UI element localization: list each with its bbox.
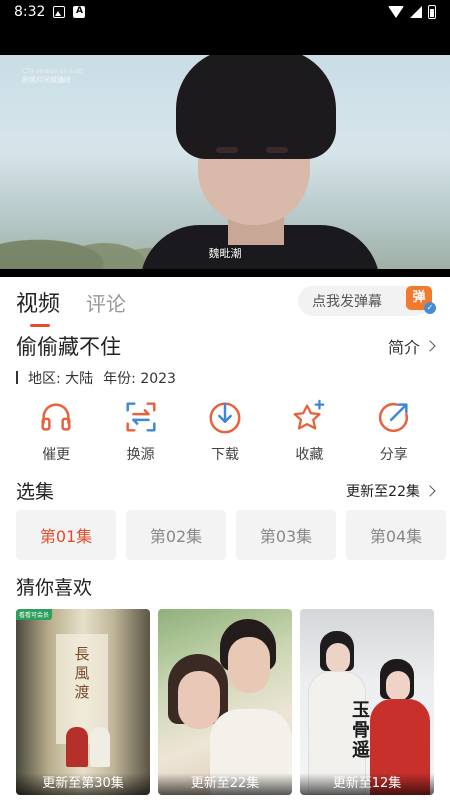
- episode-button[interactable]: 第04集: [346, 510, 446, 560]
- vip-badge: 看看可会员: [16, 609, 53, 620]
- danmaku-input[interactable]: 点我发弹幕 弹: [298, 286, 436, 316]
- danmaku-toggle-icon[interactable]: 弹: [406, 286, 436, 314]
- share-icon: [378, 402, 408, 433]
- action-share[interactable]: 分享: [359, 398, 429, 464]
- star-icon: [293, 399, 325, 430]
- action-label: 催更: [42, 447, 71, 463]
- recommend-header: 猜你喜欢: [16, 573, 434, 600]
- episodes-more-link[interactable]: 更新至22集: [346, 481, 436, 501]
- action-label: 分享: [379, 447, 408, 463]
- episode-button[interactable]: 第03集: [236, 510, 336, 560]
- action-favorite[interactable]: 收藏: [274, 398, 344, 464]
- action-label: 收藏: [295, 447, 324, 463]
- video-player[interactable]: CTV version on a ott 剧情片同城播映 魏毗潮: [0, 24, 450, 277]
- danmaku-placeholder: 点我发弹幕: [312, 294, 382, 310]
- episodes-header: 选集 更新至22集: [16, 477, 436, 504]
- action-bar: 催更 换源 下载 收藏 分享: [0, 398, 450, 464]
- poster-image: 玉骨遥: [300, 609, 434, 795]
- switch-source-icon: [126, 402, 156, 432]
- action-label: 下载: [210, 447, 239, 463]
- show-region: 地区: 大陆: [28, 371, 94, 387]
- headphones-icon: [41, 403, 71, 431]
- action-switch-source[interactable]: 换源: [106, 398, 176, 464]
- recommend-list: 長風渡 看看可会员 更新至第30集 更新至22集 玉骨遥 更新至12集: [16, 609, 434, 795]
- action-label: 换源: [126, 447, 155, 463]
- recommend-card[interactable]: 更新至22集: [158, 609, 292, 795]
- show-meta: 地区: 大陆 年份: 2023: [16, 368, 176, 388]
- intro-link[interactable]: 简介: [387, 334, 436, 358]
- episodes-update-status: 更新至22集: [346, 483, 420, 500]
- battery-icon: [428, 5, 436, 19]
- chevron-right-icon: [424, 484, 436, 497]
- show-year: 年份: 2023: [103, 371, 176, 387]
- poster-image: 長風渡: [16, 609, 150, 795]
- action-urge-update[interactable]: 催更: [21, 398, 91, 464]
- status-time: 8:32: [14, 4, 46, 20]
- recommend-caption: 更新至22集: [158, 773, 292, 795]
- video-subtitle: 魏毗潮: [208, 247, 242, 260]
- wifi-icon: [388, 6, 404, 18]
- video-frame[interactable]: CTV version on a ott 剧情片同城播映 魏毗潮: [0, 55, 450, 269]
- video-watermark: CTV version on a ott 剧情片同城播映: [22, 68, 84, 84]
- recommend-card[interactable]: 玉骨遥 更新至12集: [300, 609, 434, 795]
- poster-image: [158, 609, 292, 795]
- recommend-caption: 更新至12集: [300, 773, 434, 795]
- action-download[interactable]: 下载: [190, 398, 260, 464]
- detail-tabs: 视频 评论 点我发弹幕 弹: [0, 277, 450, 327]
- recommend-title: 猜你喜欢: [16, 577, 93, 599]
- video-person: [140, 55, 380, 269]
- intro-label: 简介: [387, 338, 420, 357]
- tab-video[interactable]: 视频: [16, 286, 60, 327]
- show-title: 偷偷藏不住: [16, 335, 121, 359]
- download-icon: [209, 402, 241, 434]
- recommend-caption: 更新至第30集: [16, 773, 150, 795]
- episodes-title: 选集: [16, 481, 55, 503]
- recommend-card[interactable]: 長風渡 看看可会员 更新至第30集: [16, 609, 150, 795]
- show-title-row: 偷偷藏不住 简介: [16, 331, 436, 361]
- font-notification-icon: A: [73, 6, 86, 18]
- episode-list: 第01集 第02集 第03集 第04集: [16, 510, 446, 560]
- meta-divider: [16, 371, 18, 384]
- episode-button[interactable]: 第02集: [126, 510, 226, 560]
- tab-comments[interactable]: 评论: [86, 288, 126, 317]
- chevron-right-icon: [424, 340, 436, 352]
- signal-icon: [410, 6, 422, 18]
- status-bar: 8:32 A: [0, 0, 450, 24]
- gallery-icon: [53, 6, 66, 18]
- episode-button[interactable]: 第01集: [16, 510, 116, 560]
